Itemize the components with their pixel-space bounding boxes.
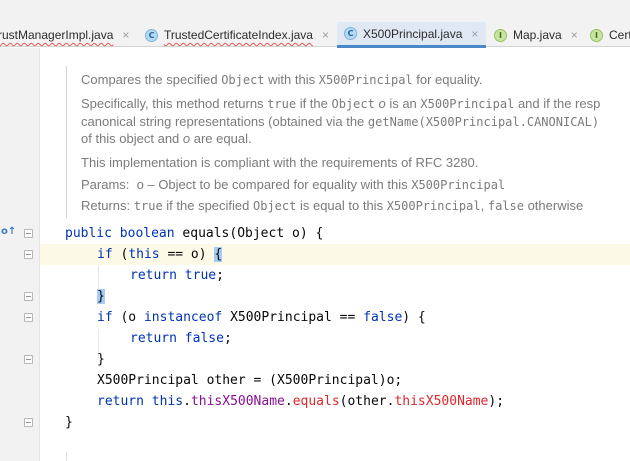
fold-marker[interactable] bbox=[24, 250, 33, 259]
tab-x500-principal[interactable]: C X500Principal.java × bbox=[337, 22, 487, 48]
fold-marker[interactable] bbox=[24, 313, 33, 322]
doc-returns: Returns: true if the specified Object is… bbox=[81, 198, 584, 213]
editor-tab-bar: rustManagerImpl.java × C TrustedCertific… bbox=[0, 0, 630, 48]
tab-cert[interactable]: I Cert bbox=[590, 22, 630, 48]
tab-label: X500Principal.java bbox=[363, 26, 463, 41]
tab-label: Map.java bbox=[513, 28, 562, 42]
tab-map[interactable]: I Map.java × bbox=[494, 22, 578, 48]
doc-comment-marker bbox=[66, 452, 67, 461]
close-icon[interactable]: × bbox=[322, 28, 329, 42]
rendered-javadoc: Compares the specified Object with this … bbox=[66, 66, 630, 218]
tab-label: Cert bbox=[609, 28, 630, 42]
tab-trust-manager-impl[interactable]: rustManagerImpl.java × bbox=[0, 22, 129, 48]
tab-label: rustManagerImpl.java bbox=[0, 28, 114, 42]
code-line[interactable]: } bbox=[40, 412, 630, 433]
fold-marker[interactable] bbox=[24, 418, 33, 427]
close-icon[interactable]: × bbox=[571, 28, 578, 42]
code-line[interactable]: return false; bbox=[40, 328, 630, 349]
matched-brace: } bbox=[97, 289, 105, 304]
code-line[interactable]: return true; bbox=[40, 265, 630, 286]
interface-icon: I bbox=[590, 28, 603, 42]
fold-marker[interactable] bbox=[24, 229, 33, 238]
doc-compliance-line: This implementation is compliant with th… bbox=[81, 155, 479, 170]
override-method-icon[interactable]: o↑ bbox=[1, 226, 16, 237]
code-line[interactable]: if (o instanceof X500Principal == false)… bbox=[40, 307, 630, 328]
doc-paragraph-line: canonical string representations (obtain… bbox=[81, 114, 600, 129]
interface-icon: I bbox=[494, 28, 507, 42]
code-line[interactable]: X500Principal other = (X500Principal)o; bbox=[40, 370, 630, 391]
close-icon[interactable]: × bbox=[122, 28, 129, 42]
code-line[interactable]: public boolean equals(Object o) { bbox=[40, 223, 630, 244]
class-icon: C bbox=[344, 27, 357, 40]
doc-params: Params: o – Object to be compared for eq… bbox=[81, 177, 506, 192]
close-icon[interactable]: × bbox=[471, 27, 478, 41]
tab-trusted-certificate-index[interactable]: C TrustedCertificateIndex.java × bbox=[145, 22, 329, 48]
doc-paragraph-line: Specifically, this method returns true i… bbox=[81, 96, 601, 111]
code-line[interactable]: return this.thisX500Name.equals(other.th… bbox=[40, 391, 630, 412]
fold-marker[interactable] bbox=[24, 292, 33, 301]
code-line[interactable]: } bbox=[40, 286, 630, 307]
code-line[interactable]: } bbox=[40, 349, 630, 370]
code-line-current[interactable]: if (this == o) { bbox=[40, 244, 630, 265]
matched-brace: { bbox=[214, 247, 223, 262]
doc-paragraph-line: of this object and o are equal. bbox=[81, 131, 252, 146]
tab-label: TrustedCertificateIndex.java bbox=[164, 28, 313, 42]
fold-marker[interactable] bbox=[24, 355, 33, 364]
class-icon: C bbox=[145, 28, 158, 42]
editor-gutter bbox=[0, 48, 40, 461]
doc-summary: Compares the specified Object with this … bbox=[81, 72, 483, 87]
